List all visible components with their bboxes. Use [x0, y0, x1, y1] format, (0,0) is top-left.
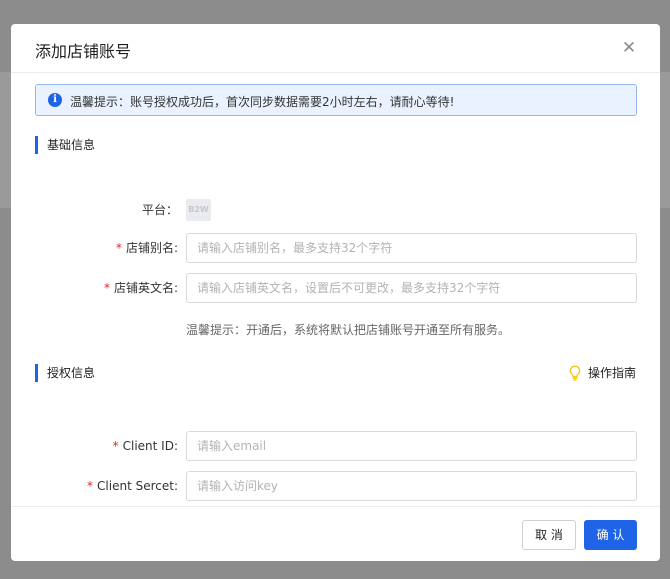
required-mark: * [103, 281, 110, 295]
section-title-auth: 授权信息 [35, 364, 95, 382]
required-mark: * [112, 439, 119, 453]
add-shop-account-dialog: 添加店铺账号 ✕ i 温馨提示：账号授权成功后，首次同步数据需要2小时左右，请耐… [11, 24, 660, 561]
operation-guide-link[interactable]: 操作指南 [569, 364, 636, 382]
lightbulb-icon [569, 365, 581, 381]
dialog-title: 添加店铺账号 [35, 42, 132, 61]
shop-english-name-label: * 店铺英文名: [11, 273, 178, 303]
shop-alias-label: * 店铺别名: [11, 233, 178, 263]
required-mark: * [115, 241, 122, 255]
client-id-label: * Client ID: [11, 431, 178, 461]
dialog-body: i 温馨提示：账号授权成功后，首次同步数据需要2小时左右，请耐心等待! 基础信息… [11, 73, 660, 506]
info-alert: i 温馨提示：账号授权成功后，首次同步数据需要2小时左右，请耐心等待! [35, 84, 637, 116]
cancel-button[interactable]: 取 消 [522, 520, 576, 550]
shop-alias-input[interactable] [186, 233, 637, 263]
client-id-input[interactable] [186, 431, 637, 461]
dialog-header: 添加店铺账号 ✕ [11, 24, 660, 73]
info-icon: i [48, 93, 62, 107]
close-icon[interactable]: ✕ [620, 39, 638, 57]
client-secret-label: * Client Sercet: [11, 471, 178, 501]
section-title-basic: 基础信息 [35, 136, 95, 154]
client-secret-input[interactable] [186, 471, 637, 501]
shop-english-name-input[interactable] [186, 273, 637, 303]
platform-label: 平台： [11, 195, 178, 225]
platform-logo: B2W [186, 199, 211, 221]
confirm-button[interactable]: 确 认 [584, 520, 637, 550]
service-hint: 温馨提示：开通后，系统将默认把店铺账号开通至所有服务。 [186, 323, 511, 337]
shop-english-name-label-text: 店铺英文名: [113, 281, 178, 295]
alert-text: 温馨提示：账号授权成功后，首次同步数据需要2小时左右，请耐心等待! [70, 95, 455, 109]
required-mark: * [87, 479, 94, 493]
client-secret-label-text: Client Sercet: [97, 479, 178, 493]
platform-label-text: 平台： [141, 203, 178, 217]
operation-guide-label: 操作指南 [587, 366, 636, 380]
shop-alias-label-text: 店铺别名: [125, 241, 178, 255]
client-id-label-text: Client ID: [122, 439, 178, 453]
dialog-footer: 取 消 确 认 [11, 506, 660, 561]
